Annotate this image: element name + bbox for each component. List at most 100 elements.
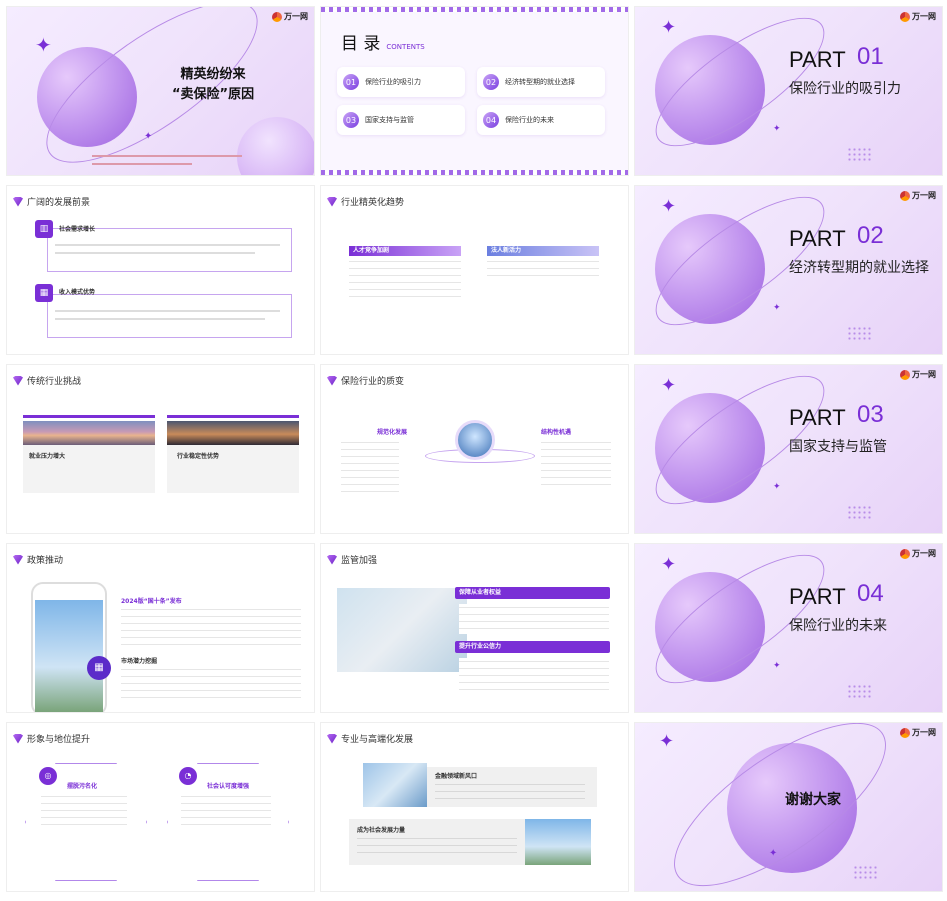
sparkle-icon: ✦ — [35, 33, 52, 57]
tab-credibility: 提升行业公信力 — [455, 641, 610, 653]
text-line — [55, 244, 280, 246]
slide-pro[interactable]: 专业与高端化发展 金融领域新风口 成为社会发展力量 — [320, 722, 629, 892]
toc-item[interactable]: 04 保险行业的未来 — [477, 105, 605, 135]
slide-part-02[interactable]: ✦ ✦ 万一网 PART 02 经济转型期的就业选择 — [634, 185, 943, 355]
dot-grid — [853, 865, 877, 881]
gradient-orb — [237, 117, 314, 175]
pie-chart-icon: ◔ — [179, 767, 197, 785]
brand-logo: 万一网 — [900, 548, 936, 559]
card-title: 成为社会发展力量 — [357, 827, 406, 834]
text-block — [121, 606, 301, 646]
diamond-icon — [327, 196, 337, 207]
card-bar — [23, 415, 155, 418]
text-block — [341, 439, 399, 495]
text-block — [357, 835, 517, 859]
diamond-icon — [327, 554, 337, 565]
sparkle-icon: ✦ — [773, 482, 781, 492]
toc-item[interactable]: 01 保险行业的吸引力 — [337, 67, 465, 97]
slide-header: 监管加强 — [327, 553, 377, 566]
slide-header: 专业与高端化发展 — [327, 732, 413, 745]
text-block — [459, 604, 609, 634]
slide-header: 行业精英化趋势 — [327, 195, 404, 208]
diamond-icon — [13, 375, 23, 386]
sparkle-icon: ✦ — [661, 196, 677, 217]
calendar-icon: ▦ — [35, 284, 53, 302]
calendar-icon: ▦ — [87, 656, 111, 680]
brand-logo: 万一网 — [272, 11, 308, 22]
slide-cover[interactable]: ✦ ✦ 万一网 精英纷纷来 “卖保险”原因 — [6, 6, 315, 176]
mountain-photo — [455, 420, 495, 460]
slide-toc[interactable]: 目 录 CONTENTS 01 保险行业的吸引力 02 经济转型期的就业选择 03 国… — [320, 6, 629, 176]
text-block — [41, 793, 127, 827]
slide-image[interactable]: 形象与地位提升 ◎ 摆脱污名化 ◔ 社会认可度增强 — [6, 722, 315, 892]
content-box — [47, 294, 292, 338]
toc-item[interactable]: 03 国家支持与监管 — [337, 105, 465, 135]
diamond-icon — [327, 375, 337, 386]
diamond-icon — [13, 733, 23, 744]
sparkle-icon: ✦ — [144, 131, 153, 142]
cover-title: 精英纷纷来 “卖保险”原因 — [172, 67, 255, 102]
toc-item[interactable]: 02 经济转型期的就业选择 — [477, 67, 605, 97]
target-icon: ◎ — [39, 767, 57, 785]
city-photo — [167, 421, 299, 445]
hex-title: 社会认可度增强 — [207, 783, 250, 790]
brand-logo: 万一网 — [900, 727, 936, 738]
toc-heading: 目 录 CONTENTS — [341, 34, 425, 54]
sparkle-icon: ✦ — [659, 731, 675, 752]
footnote-line — [92, 155, 242, 157]
slide-policy[interactable]: 政策推动 ▦ 2024版“国十条”发布 市场潜力挖掘 — [6, 543, 315, 713]
card-title: 行业稳定性优势 — [177, 453, 220, 460]
text-block — [459, 658, 609, 692]
item-title: 收入模式优势 — [59, 289, 96, 296]
part-number: 02 — [857, 222, 884, 249]
hex-title: 摆脱污名化 — [67, 783, 98, 790]
slide-thanks[interactable]: ✦ ✦ 万一网 谢谢大家 — [634, 722, 943, 892]
slide-challenge[interactable]: 传统行业挑战 就业压力增大 行业稳定性优势 — [6, 364, 315, 534]
slide-part-04[interactable]: ✦ ✦ 万一网 PART 04 保险行业的未来 — [634, 543, 943, 713]
brand-logo: 万一网 — [900, 369, 936, 380]
slide-header: 政策推动 — [13, 553, 63, 566]
slide-quality[interactable]: 保险行业的质变 规范化发展 结构性机遇 — [320, 364, 629, 534]
part-label: PART — [789, 584, 846, 609]
slide-regulation[interactable]: 监管加强 保障从业者权益 提升行业公信力 — [320, 543, 629, 713]
text-line — [55, 318, 265, 320]
slide-header: 形象与地位提升 — [13, 732, 90, 745]
part-label: PART — [789, 47, 846, 72]
part-number: 01 — [857, 43, 884, 70]
sparkle-icon: ✦ — [773, 303, 781, 313]
dot-grid — [847, 326, 871, 342]
dot-grid — [847, 147, 871, 163]
sparkle-icon: ✦ — [661, 17, 677, 38]
sparkle-icon: ✦ — [773, 661, 781, 671]
tab-rights: 保障从业者权益 — [455, 587, 610, 599]
slide-prospects[interactable]: 广阔的发展前景 ▥ 社会需求增长 ▦ 收入模式优势 — [6, 185, 315, 355]
part-title: 保险行业的吸引力 — [789, 81, 901, 97]
slide-trend[interactable]: 行业精英化趋势 人才竞争加剧 法人新活力 — [320, 185, 629, 355]
part-number: 04 — [857, 580, 884, 607]
right-title: 结构性机遇 — [541, 429, 572, 436]
slide-header: 保险行业的质变 — [327, 374, 404, 387]
slide-part-01[interactable]: ✦ ✦ 万一网 PART 01 保险行业的吸引力 — [634, 6, 943, 176]
brand-logo: 万一网 — [900, 190, 936, 201]
slide-part-03[interactable]: ✦ ✦ 万一网 PART 03 国家支持与监管 — [634, 364, 943, 534]
card-title: 金融领域新风口 — [435, 773, 478, 780]
policy-heading: 市场潜力挖掘 — [121, 658, 158, 665]
slide-header: 传统行业挑战 — [13, 374, 81, 387]
text-block — [435, 781, 585, 801]
medicine-photo — [337, 588, 467, 672]
part-title: 经济转型期的就业选择 — [789, 260, 929, 276]
slide-header: 广阔的发展前景 — [13, 195, 90, 208]
text-block — [487, 258, 599, 282]
dot-grid — [847, 684, 871, 700]
sparkle-icon: ✦ — [769, 848, 778, 859]
text-block — [541, 439, 611, 491]
text-block — [121, 666, 301, 702]
card-title: 就业压力增大 — [29, 453, 66, 460]
text-block — [349, 258, 461, 303]
policy-heading: 2024版“国十条”发布 — [121, 598, 182, 605]
thanks-title: 谢谢大家 — [785, 792, 841, 808]
item-title: 社会需求增长 — [59, 226, 96, 233]
tab-new-vitality: 法人新活力 — [487, 246, 599, 256]
left-title: 规范化发展 — [377, 429, 408, 436]
diamond-icon — [13, 196, 23, 207]
